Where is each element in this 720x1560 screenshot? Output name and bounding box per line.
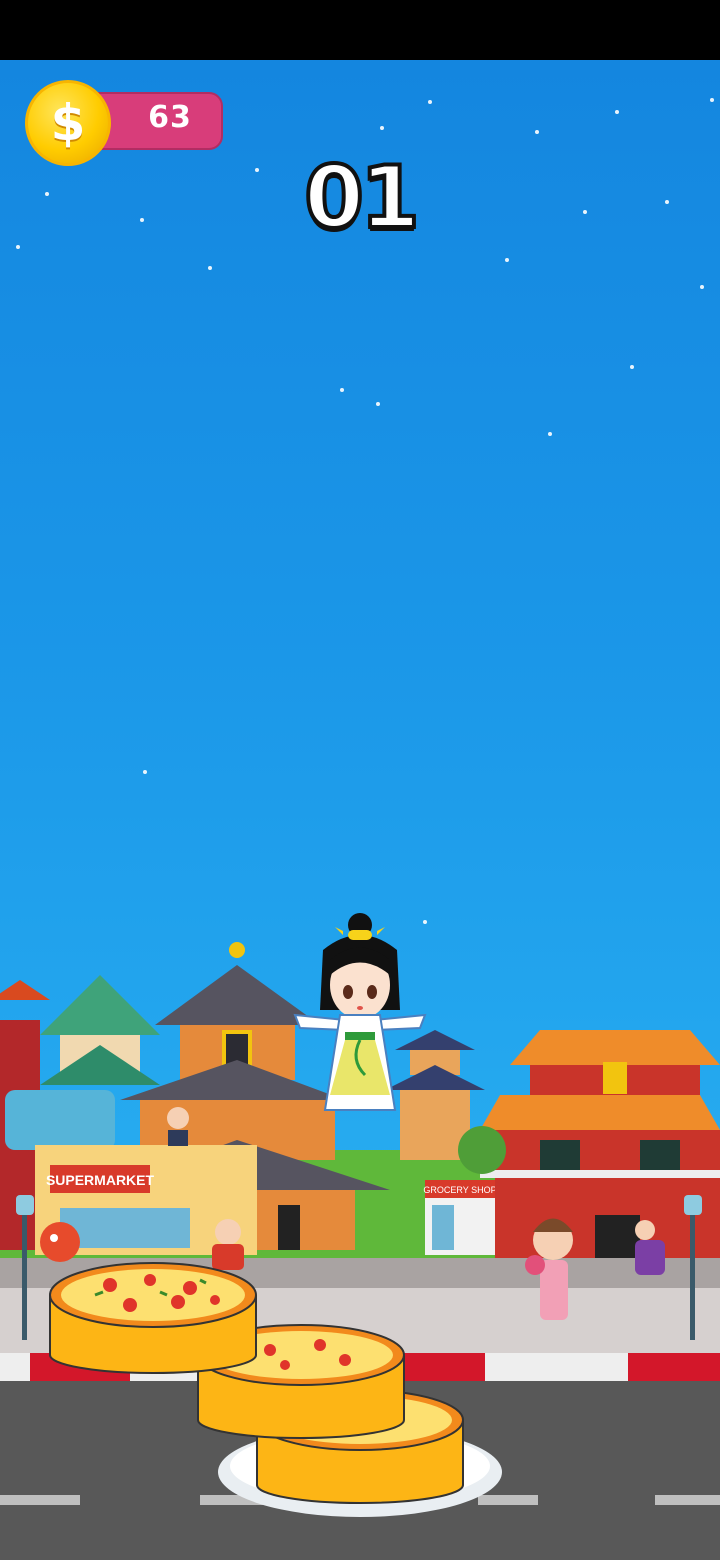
dollar-coin-icon: $ — [25, 80, 111, 166]
coin-counter: 63 $ — [25, 80, 223, 168]
player-girl-character — [293, 913, 427, 1111]
game-screen[interactable]: SUPERMARKET GROCERY SHOP 63 $ 01 — [0, 60, 720, 1560]
score-display: 01 — [302, 146, 422, 250]
coin-count: 63 — [148, 100, 192, 135]
status-bar — [0, 0, 720, 60]
